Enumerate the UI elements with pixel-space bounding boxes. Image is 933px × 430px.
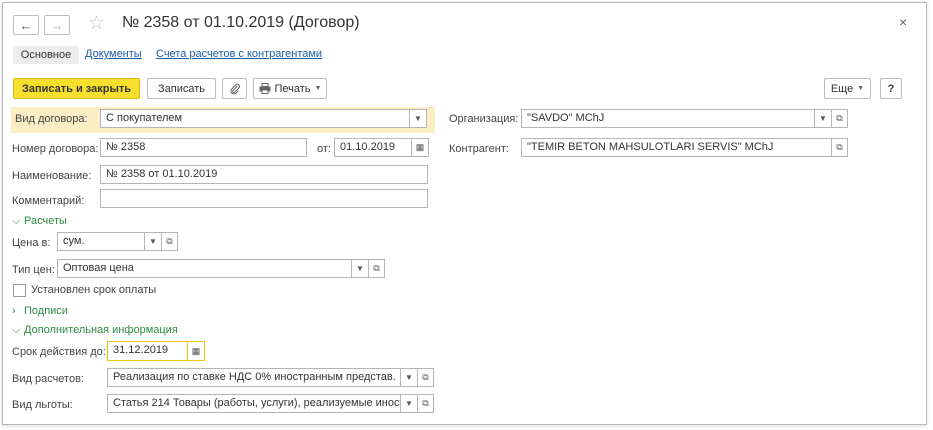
more-label: Еще bbox=[830, 82, 854, 95]
arrow-left-icon: ← bbox=[19, 17, 33, 33]
counterparty-label: Контрагент: bbox=[449, 143, 509, 155]
print-label: Печать bbox=[274, 82, 311, 95]
contract-number-label: Номер договора: bbox=[12, 143, 99, 155]
additional-info-group-header[interactable]: ⌵ Дополнительная информация bbox=[12, 324, 178, 337]
settlements-group-label: Расчеты bbox=[24, 215, 67, 227]
price-in-field[interactable]: сум. bbox=[57, 232, 145, 251]
open-icon: ⧉ bbox=[836, 113, 843, 123]
open-icon: ⧉ bbox=[422, 398, 429, 408]
price-in-open-button[interactable]: ⧉ bbox=[162, 232, 178, 251]
date-label: от: bbox=[317, 143, 331, 155]
comment-label: Комментарий: bbox=[12, 195, 85, 207]
contract-type-field[interactable]: С покупателем bbox=[100, 109, 410, 128]
additional-info-group-label: Дополнительная информация bbox=[24, 324, 178, 336]
price-type-label: Тип цен: bbox=[12, 264, 55, 276]
help-button[interactable]: ? bbox=[880, 78, 902, 99]
contract-form-window: ← → ☆ № 2358 от 01.10.2019 (Договор) × О… bbox=[2, 2, 927, 425]
counterparty-open-button[interactable]: ⧉ bbox=[832, 138, 848, 157]
payment-term-label: Установлен срок оплаты bbox=[31, 284, 157, 296]
price-in-label: Цена в: bbox=[12, 237, 51, 249]
calendar-icon: ▦ bbox=[415, 142, 425, 152]
arrow-right-icon: → bbox=[50, 17, 64, 33]
valid-until-calendar-button[interactable]: ▦ bbox=[188, 341, 205, 361]
tab-documents[interactable]: Документы bbox=[85, 48, 142, 60]
chevron-down-icon: ▼ bbox=[149, 237, 157, 246]
contract-type-dropdown[interactable]: ▼ bbox=[410, 109, 427, 128]
price-type-field[interactable]: Оптовая цена bbox=[57, 259, 352, 278]
organization-open-button[interactable]: ⧉ bbox=[832, 109, 848, 128]
page-title: № 2358 от 01.10.2019 (Договор) bbox=[122, 14, 360, 31]
open-icon: ⧉ bbox=[422, 372, 429, 382]
close-icon[interactable]: × bbox=[899, 14, 907, 30]
settlements-group-header[interactable]: ⌵ Расчеты bbox=[12, 215, 67, 228]
benefit-kind-open-button[interactable]: ⧉ bbox=[418, 394, 434, 413]
print-button[interactable]: Печать ▼ bbox=[253, 78, 327, 99]
chevron-down-icon: ▼ bbox=[405, 399, 413, 408]
date-field[interactable]: 01.10.2019 bbox=[334, 138, 412, 157]
open-icon: ⧉ bbox=[836, 142, 843, 152]
name-label: Наименование: bbox=[12, 170, 92, 182]
organization-dropdown[interactable]: ▼ bbox=[815, 109, 832, 128]
chevron-down-icon: ▼ bbox=[414, 114, 422, 123]
calendar-button[interactable]: ▦ bbox=[412, 138, 429, 157]
printer-icon bbox=[259, 83, 270, 94]
chevron-down-icon: ▼ bbox=[405, 373, 413, 382]
settlement-kind-dropdown[interactable]: ▼ bbox=[401, 368, 418, 387]
favorite-star-icon[interactable]: ☆ bbox=[88, 12, 105, 35]
payment-term-checkbox[interactable] bbox=[13, 284, 26, 297]
signatures-group-header[interactable]: › Подписи bbox=[12, 305, 68, 317]
contract-number-field[interactable]: № 2358 bbox=[100, 138, 307, 157]
price-type-dropdown[interactable]: ▼ bbox=[352, 259, 369, 278]
benefit-kind-field[interactable]: Статья 214 Товары (работы, услуги), реал… bbox=[107, 394, 401, 413]
signatures-group-label: Подписи bbox=[24, 305, 68, 317]
counterparty-field[interactable]: "TEMIR BETON MAHSULOTLARI SERVIS" MChJ bbox=[521, 138, 832, 157]
organization-label: Организация: bbox=[449, 113, 519, 125]
price-type-open-button[interactable]: ⧉ bbox=[369, 259, 385, 278]
settlement-kind-field[interactable]: Реализация по ставке НДС 0% иностранным … bbox=[107, 368, 401, 387]
valid-until-label: Срок действия до: bbox=[12, 346, 106, 358]
settlement-kind-label: Вид расчетов: bbox=[12, 373, 84, 385]
tab-settlement-accounts[interactable]: Счета расчетов с контрагентами bbox=[156, 48, 322, 60]
forward-button[interactable]: → bbox=[44, 15, 70, 35]
paperclip-icon bbox=[230, 83, 240, 94]
open-icon: ⧉ bbox=[166, 236, 173, 246]
chevron-down-icon: ▼ bbox=[857, 85, 865, 92]
chevron-down-icon: ⌵ bbox=[12, 215, 21, 227]
back-button[interactable]: ← bbox=[13, 15, 39, 35]
chevron-down-icon: ▼ bbox=[819, 114, 827, 123]
name-field[interactable]: № 2358 от 01.10.2019 bbox=[100, 165, 428, 184]
attach-button[interactable] bbox=[222, 78, 247, 99]
open-icon: ⧉ bbox=[373, 263, 380, 273]
contract-type-label: Вид договора: bbox=[15, 113, 88, 125]
chevron-right-icon: › bbox=[12, 305, 16, 317]
chevron-down-icon: ▼ bbox=[356, 264, 364, 273]
benefit-kind-label: Вид льготы: bbox=[12, 399, 73, 411]
comment-field[interactable] bbox=[100, 189, 428, 208]
chevron-down-icon: ⌵ bbox=[12, 324, 21, 336]
settlement-kind-open-button[interactable]: ⧉ bbox=[418, 368, 434, 387]
more-button[interactable]: Еще ▼ bbox=[824, 78, 871, 99]
save-button[interactable]: Записать bbox=[147, 78, 216, 99]
save-and-close-button[interactable]: Записать и закрыть bbox=[13, 78, 140, 99]
calendar-icon: ▦ bbox=[191, 345, 201, 356]
valid-until-field[interactable]: 31.12.2019 bbox=[107, 341, 188, 361]
benefit-kind-dropdown[interactable]: ▼ bbox=[401, 394, 418, 413]
chevron-down-icon: ▼ bbox=[314, 85, 322, 92]
tab-main[interactable]: Основное bbox=[13, 46, 79, 64]
price-in-dropdown[interactable]: ▼ bbox=[145, 232, 162, 251]
organization-field[interactable]: "SAVDO" MChJ bbox=[521, 109, 815, 128]
